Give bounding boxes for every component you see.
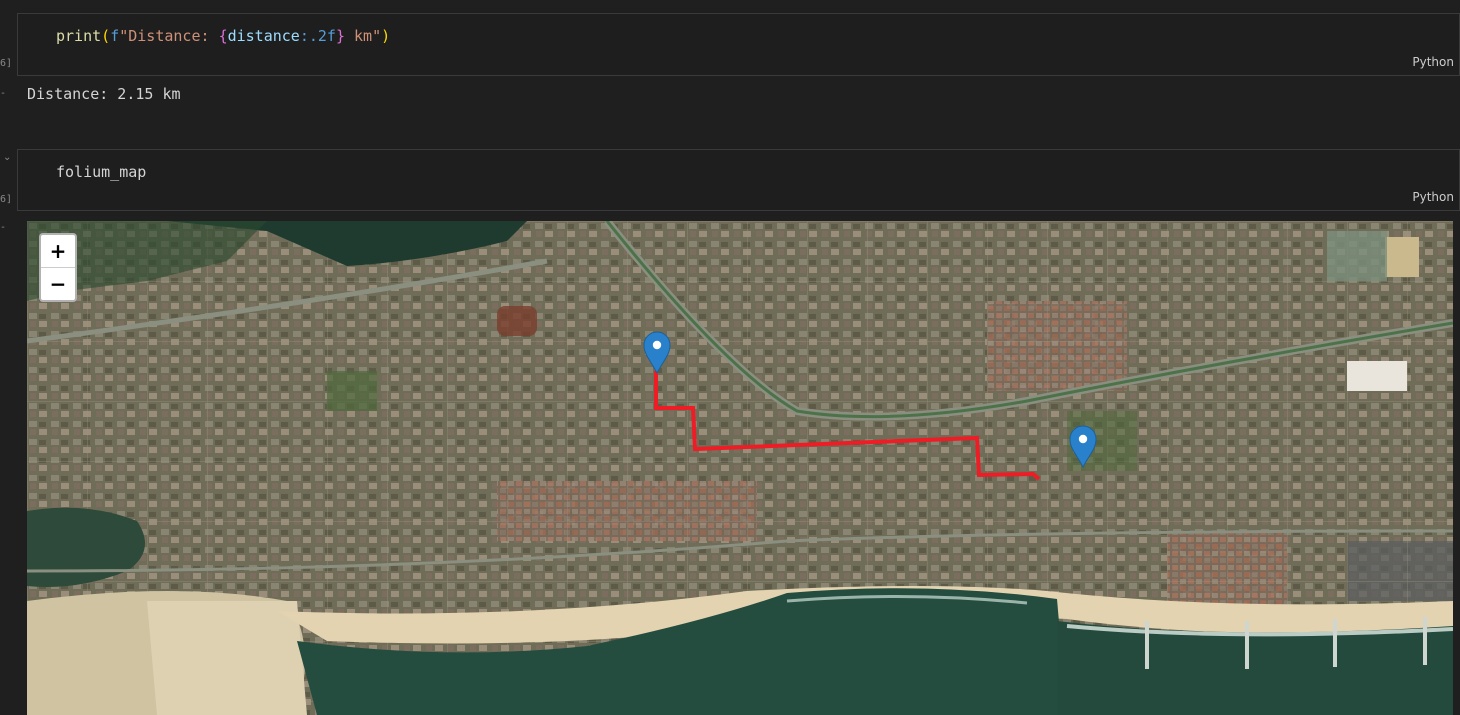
code-cell-1[interactable]: print(f"Distance: {distance:.2f} km") Py… [17, 13, 1460, 76]
folium-map[interactable]: + − [27, 221, 1453, 715]
gutter-dash-1: - [0, 88, 7, 99]
gutter-exec-label-1: 6] [0, 58, 13, 69]
satellite-map-tiles[interactable] [27, 221, 1453, 715]
zoom-in-button[interactable]: + [41, 235, 75, 268]
code-line[interactable]: print(f"Distance: {distance:.2f} km") [56, 27, 390, 45]
language-label[interactable]: Python [1412, 190, 1454, 204]
code-line[interactable]: folium_map [56, 163, 146, 181]
code-cell-2[interactable]: folium_map Python [17, 149, 1460, 211]
zoom-out-button[interactable]: − [41, 268, 75, 300]
zoom-control: + − [39, 233, 77, 302]
gutter-dash-2: - [0, 222, 7, 233]
cell-output-text: Distance: 2.15 km [27, 85, 181, 103]
gutter-exec-label-2: 6] [0, 194, 13, 205]
chevron-down-icon[interactable]: ⌄ [3, 152, 11, 163]
language-label[interactable]: Python [1412, 55, 1454, 69]
